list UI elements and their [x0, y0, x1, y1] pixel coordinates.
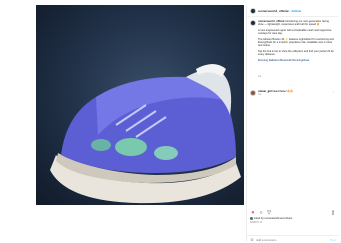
- hashtags[interactable]: #running #adizero #boston10 #runningshoe…: [258, 59, 335, 62]
- bookmark-icon[interactable]: ▯: [330, 210, 336, 216]
- post-comment-button[interactable]: Post: [330, 238, 336, 242]
- caption-time: 1w: [258, 75, 262, 79]
- post-actions: ♥ ○ ▽ ▯ Liked by runnersworld and others…: [247, 209, 339, 224]
- likes-summary[interactable]: Liked by runnersworld and others: [250, 217, 336, 221]
- running-shoe-image: [50, 64, 241, 204]
- heart-icon[interactable]: ♥: [250, 210, 256, 216]
- comment-text: Need these! 🔥🔥: [272, 90, 294, 94]
- add-comment-bar: ☺ Post: [247, 235, 339, 243]
- comment-avatar[interactable]: [250, 90, 256, 97]
- separator-dot: •: [289, 8, 291, 13]
- post-header: runnersworld_official • Follow: [247, 5, 338, 17]
- post-image[interactable]: ›: [36, 5, 244, 205]
- caption-line-2: A new engineered upper with a breathable…: [258, 28, 332, 36]
- comment-item: runner_girl Need these! 🔥🔥 1w ♡: [247, 82, 338, 97]
- liker-avatar: [250, 217, 253, 221]
- follow-button[interactable]: Follow: [292, 9, 302, 13]
- post-username[interactable]: runnersworld_official: [258, 9, 289, 13]
- post-date: MARCH 14: [250, 221, 263, 225]
- share-icon[interactable]: ▽: [266, 210, 272, 216]
- likes-text: Liked by runnersworld and others: [254, 217, 293, 220]
- comment-input[interactable]: [256, 237, 330, 242]
- post-details-panel: runnersworld_official • Follow runnerswo…: [246, 5, 339, 243]
- caption: runnersworld_official Introducing our ne…: [247, 17, 338, 82]
- comment-time: 1w: [258, 93, 262, 97]
- emoji-icon[interactable]: ☺: [250, 237, 254, 242]
- caption-line-3: The Adizero Boston 10 ⚡ features Lightst…: [258, 37, 334, 48]
- caption-avatar[interactable]: [250, 20, 256, 26]
- instagram-post-page: › runnersworld_official • Follow runners…: [0, 0, 341, 243]
- comment-icon[interactable]: ○: [258, 210, 264, 216]
- caption-line-4: Tap the link in bio to shop the collecti…: [258, 49, 334, 57]
- avatar[interactable]: [250, 7, 256, 14]
- comment-like-icon[interactable]: ♡: [332, 90, 335, 94]
